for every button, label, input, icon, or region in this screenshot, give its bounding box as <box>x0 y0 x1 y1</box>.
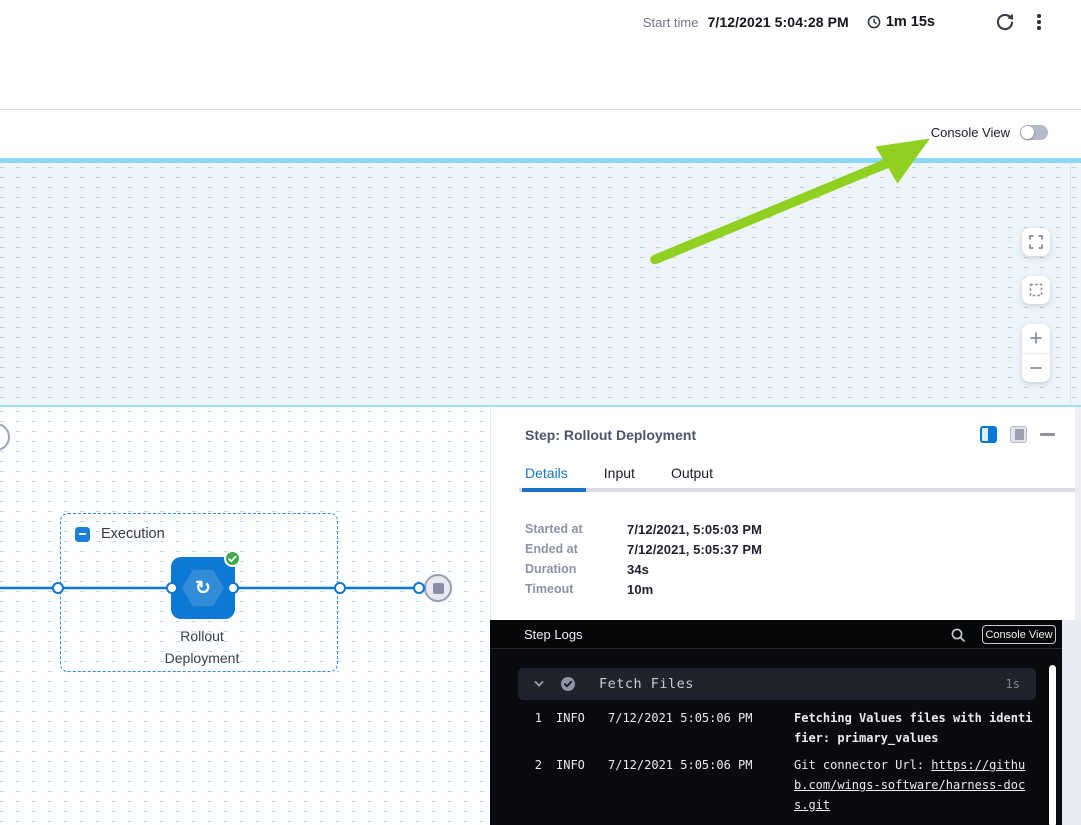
clock-icon <box>867 15 881 29</box>
kebab-menu-button[interactable] <box>1031 11 1047 33</box>
rollout-deployment-node[interactable]: ↻ <box>171 557 235 619</box>
step-details-panel: Step: Rollout Deployment Details Input O… <box>490 407 1081 620</box>
toggle-knob <box>1021 126 1034 139</box>
tabs-divider <box>519 488 1075 492</box>
log-line-number: 2 <box>518 755 542 815</box>
field-value: 7/12/2021, 5:05:37 PM <box>627 542 762 557</box>
rollout-icon: ↻ <box>182 569 224 607</box>
node-label: Rollout Deployment <box>132 625 272 669</box>
canvas-scroll-track <box>1070 163 1071 405</box>
tab-output[interactable]: Output <box>671 465 713 481</box>
stage-graph-canvas[interactable] <box>0 163 1081 405</box>
panel-tabs: Details Input Output <box>525 465 713 481</box>
log-message: Fetching Values files with identifier: p… <box>794 708 1036 748</box>
step-status-check-icon <box>560 676 576 692</box>
log-level: INFO <box>556 708 592 748</box>
panel-title: Step: Rollout Deployment <box>525 427 696 443</box>
chevron-down-icon[interactable] <box>533 678 545 690</box>
graph-toolbar: Console View <box>0 111 1081 158</box>
tab-details[interactable]: Details <box>525 465 568 481</box>
log-message: Git connector Url: https://github.com/wi… <box>794 755 1036 815</box>
log-lines: 1 INFO 7/12/2021 5:05:06 PM Fetching Val… <box>518 708 1036 825</box>
elapsed-time-value: 1m 15s <box>886 14 935 30</box>
field-value: 10m <box>627 582 653 597</box>
field-label: Timeout <box>525 582 627 596</box>
fit-to-view-icon <box>1028 282 1044 298</box>
collapse-group-icon[interactable] <box>75 527 90 542</box>
logs-scrollbar[interactable] <box>1049 665 1056 825</box>
field-value: 7/12/2021, 5:05:03 PM <box>627 522 762 537</box>
refresh-icon <box>994 12 1014 32</box>
elapsed-time: 1m 15s <box>867 14 935 30</box>
split-view-icon[interactable] <box>980 426 997 443</box>
execution-group-header: Execution <box>75 526 165 542</box>
panel-scrollbar-gutter <box>1075 407 1081 620</box>
logs-console-view-button[interactable]: Console View <box>982 625 1056 644</box>
log-timestamp: 7/12/2021 5:05:06 PM <box>608 708 786 748</box>
console-view-toggle[interactable] <box>1020 125 1048 140</box>
step-logs-panel: Step Logs Console View Fetch Files <box>490 620 1062 825</box>
execution-group-label: Execution <box>101 526 165 542</box>
fullscreen-icon <box>1028 234 1044 250</box>
start-time-label: Start time <box>643 15 699 30</box>
search-logs-button[interactable] <box>950 627 966 643</box>
refresh-button[interactable] <box>993 11 1015 33</box>
end-node[interactable] <box>424 574 452 602</box>
field-row: Timeout 10m <box>525 579 762 599</box>
console-view-label: Console View <box>931 125 1010 140</box>
execution-header: Start time 7/12/2021 5:04:28 PM 1m 15s <box>0 0 1081 110</box>
field-row: Started at 7/12/2021, 5:05:03 PM <box>525 519 762 539</box>
field-label: Duration <box>525 562 627 576</box>
log-message-text: Git connector Url: <box>794 758 931 772</box>
panel-window-controls <box>980 426 1055 443</box>
field-row: Ended at 7/12/2021, 5:05:37 PM <box>525 539 762 559</box>
step-detail-fields: Started at 7/12/2021, 5:05:03 PM Ended a… <box>525 519 762 599</box>
lower-split-region: Execution ↻ Rollout Deployment <box>0 405 1081 825</box>
field-row: Duration 34s <box>525 559 762 579</box>
field-label: Started at <box>525 522 627 536</box>
log-line: 1 INFO 7/12/2021 5:05:06 PM Fetching Val… <box>518 708 1036 748</box>
zoom-out-button[interactable] <box>1022 353 1050 383</box>
stop-square-icon <box>433 583 444 594</box>
log-group-duration: 1s <box>1006 677 1020 691</box>
start-time-value: 7/12/2021 5:04:28 PM <box>707 14 848 30</box>
tab-input[interactable]: Input <box>604 465 635 481</box>
zoom-in-button[interactable] <box>1022 324 1050 353</box>
step-logs-header: Step Logs Console View <box>490 620 1062 649</box>
field-label: Ended at <box>525 542 627 556</box>
zoom-in-icon <box>1028 330 1044 346</box>
step-logs-title: Step Logs <box>524 627 583 642</box>
search-icon <box>950 627 966 643</box>
active-tab-indicator <box>522 488 586 492</box>
logs-scrollbar-gutter <box>1062 620 1081 825</box>
zoom-out-icon <box>1028 360 1044 376</box>
success-check-icon <box>224 550 241 567</box>
console-view-control: Console View <box>931 125 1048 140</box>
step-graph-canvas[interactable]: Execution ↻ Rollout Deployment <box>0 407 490 825</box>
log-level: INFO <box>556 755 592 815</box>
minimize-icon[interactable] <box>1040 433 1055 436</box>
execution-meta: Start time 7/12/2021 5:04:28 PM 1m 15s <box>643 11 1047 33</box>
log-timestamp: 7/12/2021 5:05:06 PM <box>608 755 786 815</box>
log-group-fetch-files[interactable]: Fetch Files 1s <box>518 668 1036 700</box>
bottom-view-icon[interactable] <box>1010 426 1027 443</box>
log-line: 2 INFO 7/12/2021 5:05:06 PM Git connecto… <box>518 755 1036 815</box>
zoom-controls <box>1022 324 1050 382</box>
field-value: 34s <box>627 562 649 577</box>
log-group-name: Fetch Files <box>599 676 694 692</box>
log-line-number: 1 <box>518 708 542 748</box>
fullscreen-button[interactable] <box>1022 228 1050 256</box>
pipeline-execution-page: Start time 7/12/2021 5:04:28 PM 1m 15s C… <box>0 0 1081 825</box>
fit-to-view-button[interactable] <box>1022 276 1050 304</box>
